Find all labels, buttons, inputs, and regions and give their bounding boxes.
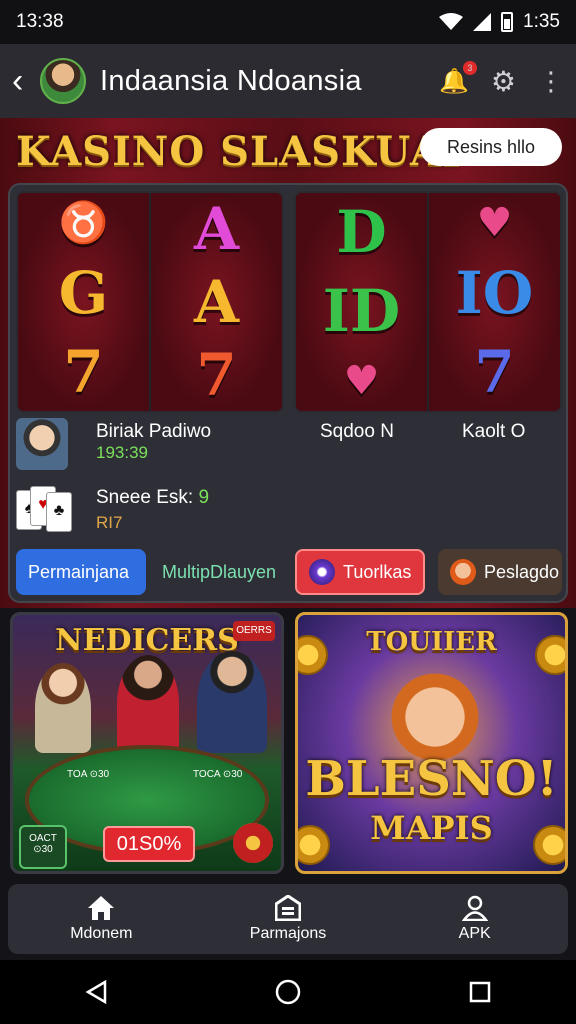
reel-symbol: ID <box>322 276 401 345</box>
player-value: RI7 <box>96 513 123 532</box>
user-icon <box>461 895 488 921</box>
status-icons: 1:35 <box>439 11 560 33</box>
coin-icon <box>535 635 565 675</box>
player-avatar[interactable] <box>16 418 68 470</box>
heart-icon: ♥ <box>343 356 380 404</box>
slot-machine-panel: ♉ G 7 A A 7 D ID ♥ ♥ IO 7 <box>8 183 568 603</box>
player-name: Biriak Padiwo <box>96 421 212 442</box>
reel-symbol: A <box>193 267 239 336</box>
coin-icon <box>533 825 565 865</box>
back-triangle-icon[interactable] <box>83 979 109 1005</box>
nav-games[interactable]: Parmajons <box>195 884 382 954</box>
nav-label: Parmajons <box>249 925 327 942</box>
felt-label: TOCA ⊙30 <box>193 769 243 780</box>
notification-badge: 3 <box>462 60 477 75</box>
coin-icon <box>298 825 330 865</box>
player-suffix: 9 <box>198 487 210 508</box>
home-circle-icon[interactable] <box>275 979 301 1005</box>
coin-icon <box>298 635 328 675</box>
reel-group-left[interactable]: ♉ G 7 A A 7 <box>16 191 284 413</box>
roulette-icon <box>233 823 273 863</box>
bell-icon[interactable]: 🔔 3 <box>439 60 477 96</box>
nav-apk[interactable]: APK <box>381 884 568 954</box>
promo-badge: OACT ⊙30 <box>19 825 67 869</box>
reel-symbol: D <box>336 198 387 267</box>
reel-group-right[interactable]: D ID ♥ ♥ IO 7 <box>294 191 562 413</box>
reel-symbol: G <box>58 258 109 327</box>
chip-permainjana[interactable]: Permainjana <box>16 549 146 595</box>
promo-subtitle: MAPIS <box>370 809 493 847</box>
promo-corner-tag: OERRS <box>233 621 275 641</box>
orb-icon <box>309 559 335 585</box>
heart-icon: ♥ <box>476 199 513 247</box>
reel-symbol: 7 <box>196 340 237 409</box>
reel-symbol: ♉ <box>58 199 109 247</box>
hero-action-button[interactable]: Resins hllo <box>420 128 562 166</box>
reel-symbol: 7 <box>474 337 515 406</box>
player-figure <box>197 651 267 753</box>
status-time-right: 1:35 <box>523 11 560 32</box>
reel-symbol: IO <box>455 258 534 327</box>
nav-label: APK <box>458 925 491 942</box>
cards-icon: ♠ ♥ ♣ <box>16 486 76 534</box>
felt-label: TOA ⊙30 <box>67 769 110 780</box>
label-right: Kaolt O <box>462 421 526 442</box>
reel-symbol: 7 <box>63 337 104 406</box>
signal-icon <box>473 13 492 31</box>
promo-kicker: TOUIIER <box>366 627 497 657</box>
inbox-icon <box>275 895 301 921</box>
wifi-icon <box>439 13 464 30</box>
nav-home[interactable]: Mdonem <box>8 884 195 954</box>
system-navigation <box>0 960 576 1024</box>
chip-peslagdo[interactable]: Peslagdo <box>438 549 562 595</box>
recents-square-icon[interactable] <box>467 979 493 1005</box>
home-icon <box>88 896 115 920</box>
chip-label: Peslagdo <box>484 561 560 582</box>
bottom-navigation: Mdonem Parmajons APK <box>8 884 568 954</box>
promo-card-bonus[interactable]: TOUIIER BLESNO! MAPIS <box>295 612 568 874</box>
player-row[interactable]: Biriak Padiwo 193:39 <box>96 421 211 463</box>
player-figure <box>35 663 91 753</box>
player-figure <box>117 655 179 753</box>
gear-icon[interactable]: ⚙ <box>491 65 516 98</box>
app-title: Indaansia Ndoansia <box>100 64 362 97</box>
more-vertical-icon[interactable]: ⋮ <box>538 66 564 97</box>
hero-title: KASINO SLASKUAI <box>16 128 462 175</box>
chip-tuorlkas[interactable]: Tuorlkas <box>295 549 425 595</box>
player-value: 193:39 <box>96 443 148 462</box>
promo-percent: 01S0% <box>103 826 195 862</box>
status-bar: 13:38 1:35 <box>0 0 576 44</box>
chip-multipdlauyen[interactable]: MultipDlauyen <box>150 549 280 595</box>
reel: A A 7 <box>151 193 282 411</box>
status-time-left: 13:38 <box>16 11 64 32</box>
label-mid: Sqdoo N <box>320 421 394 442</box>
player-name: Sneee Esk: <box>96 487 194 508</box>
chip-label: Tuorlkas <box>343 561 412 582</box>
reel: ♉ G 7 <box>18 193 151 411</box>
promo-card-dealers[interactable]: NEDICERS OERRS TOA ⊙30 TOCA ⊙30 OACT ⊙30… <box>10 612 284 874</box>
player-row[interactable]: Sneee Esk: 9 RI7 <box>96 487 209 533</box>
mascot-icon <box>450 559 476 585</box>
battery-icon <box>501 12 514 32</box>
chevron-left-icon[interactable]: ‹ <box>12 64 36 98</box>
reel-symbol: A <box>193 195 239 264</box>
reel: ♥ IO 7 <box>429 193 560 411</box>
reel: D ID ♥ <box>296 193 429 411</box>
app-bar: ‹ Indaansia Ndoansia 🔔 3 ⚙ ⋮ <box>0 44 576 118</box>
avatar[interactable] <box>40 58 86 104</box>
promo-title: BLESNO! <box>305 751 558 807</box>
nav-label: Mdonem <box>70 925 133 942</box>
